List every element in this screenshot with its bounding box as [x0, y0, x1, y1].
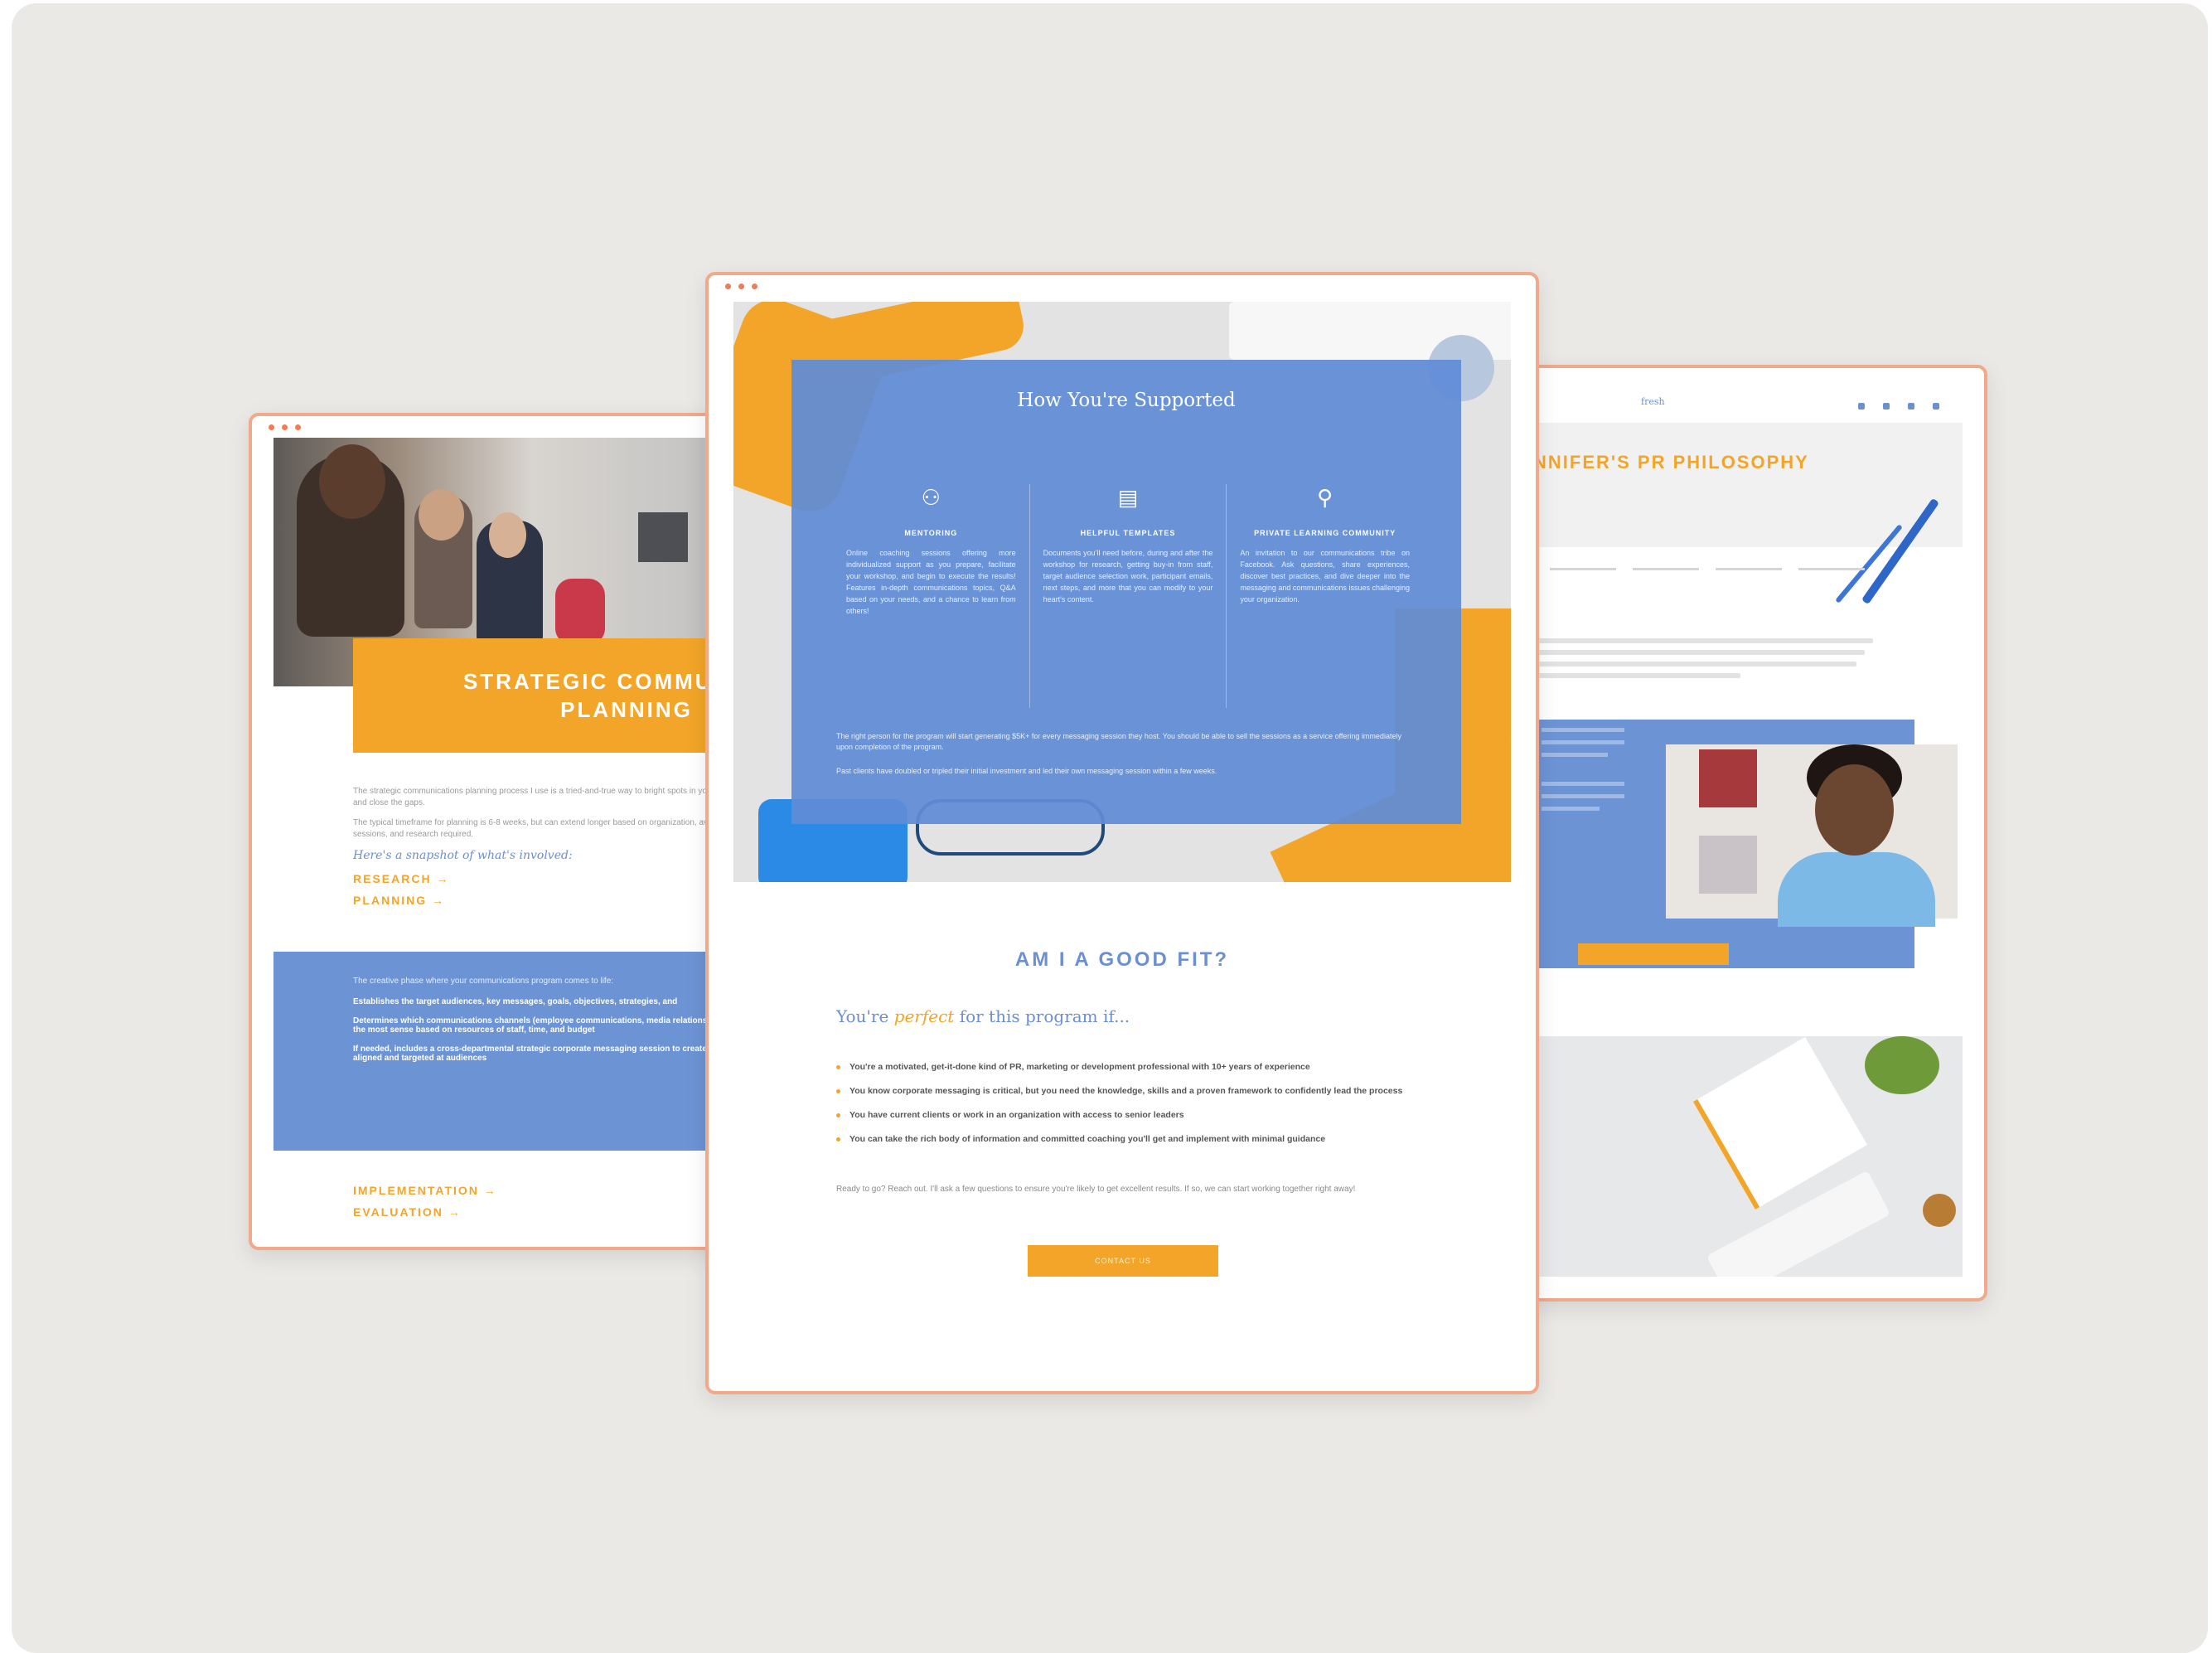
- list-item: You have current clients or work in an o…: [836, 1109, 1433, 1122]
- philosophy-title: NNIFER'S PR PHILOSOPHY: [1533, 452, 1809, 473]
- philosophy-hero: [1533, 423, 1963, 605]
- list-item: You know corporate messaging is critical…: [836, 1085, 1433, 1098]
- tab[interactable]: [1716, 568, 1782, 570]
- support-note: The right person for the program will st…: [836, 732, 1401, 751]
- column-body: Online coaching sessions offering more i…: [846, 549, 1016, 615]
- column-heading: HELPFUL TEMPLATES: [1080, 529, 1176, 537]
- cta-text: Ready to go? Reach out. I'll ask a few q…: [836, 1185, 1356, 1194]
- nav-item[interactable]: [1933, 403, 1939, 410]
- tab[interactable]: [1633, 568, 1699, 570]
- column-body: Documents you'll need before, during and…: [1043, 549, 1213, 604]
- left-accordion-footer: IMPLEMENTATION → EVALUATION →: [353, 1184, 497, 1225]
- philosophy-tabs: [1550, 568, 1865, 570]
- support-column-mentoring: ⚇ MENTORING Online coaching sessions off…: [833, 484, 1029, 708]
- column-heading: MENTORING: [904, 529, 958, 537]
- good-fit-subheading: You're perfect for this program if...: [836, 1006, 1130, 1026]
- good-fit-list: You're a motivated, get-it-done kind of …: [836, 1061, 1433, 1157]
- center-page-screen: How You're Supported ⚇ MENTORING Online …: [733, 302, 1511, 1366]
- pencil-image: [1861, 497, 1940, 605]
- column-heading: PRIVATE LEARNING COMMUNITY: [1254, 529, 1396, 537]
- showcase-background: STRATEGIC COMMUNICAT PLANNING The strate…: [12, 3, 2208, 1653]
- list-item: You're a motivated, get-it-done kind of …: [836, 1061, 1433, 1074]
- community-icon: ⚲: [1317, 485, 1333, 510]
- accordion-evaluation[interactable]: EVALUATION →: [353, 1205, 497, 1219]
- window-dots: [269, 424, 301, 430]
- support-title: How You're Supported: [1017, 390, 1236, 411]
- nav-item[interactable]: [1858, 403, 1865, 410]
- subheading-after: for this program if...: [959, 1006, 1130, 1026]
- support-note: Past clients have doubled or tripled the…: [836, 767, 1217, 775]
- desk-photo: [1533, 1036, 1963, 1277]
- window-dots: [725, 284, 758, 289]
- about-button[interactable]: [1578, 943, 1729, 965]
- good-fit-heading: AM I A GOOD FIT?: [1014, 948, 1230, 971]
- jennifer-portrait: [1666, 744, 1958, 927]
- list-item: You can take the rich body of informatio…: [836, 1133, 1433, 1146]
- site-logo[interactable]: fresh: [1641, 396, 1665, 407]
- document-icon: ▤: [1117, 485, 1139, 510]
- banner-title-line2: PLANNING: [560, 697, 693, 722]
- column-body: An invitation to our communications trib…: [1240, 549, 1411, 604]
- desk-hero-photo: How You're Supported ⚇ MENTORING Online …: [733, 302, 1511, 882]
- subheading-before: You're: [836, 1006, 889, 1026]
- nav-item[interactable]: [1908, 403, 1914, 410]
- right-page-mockup: fresh NNIFER'S PR PHILOSOPHY: [1512, 365, 1987, 1302]
- site-header: fresh: [1533, 390, 1963, 423]
- tab[interactable]: [1550, 568, 1616, 570]
- right-page-screen: fresh NNIFER'S PR PHILOSOPHY: [1533, 390, 1963, 1277]
- nav-menu: [1858, 403, 1939, 410]
- center-page-mockup: How You're Supported ⚇ MENTORING Online …: [705, 272, 1539, 1394]
- philosophy-text: [1533, 638, 1881, 685]
- tab[interactable]: [1798, 568, 1865, 570]
- how-supported-panel: How You're Supported ⚇ MENTORING Online …: [791, 360, 1461, 824]
- accordion-implementation[interactable]: IMPLEMENTATION →: [353, 1184, 497, 1197]
- support-column-community: ⚲ PRIVATE LEARNING COMMUNITY An invitati…: [1226, 484, 1423, 708]
- nav-item[interactable]: [1883, 403, 1890, 410]
- contact-us-button[interactable]: CONTACT US: [1028, 1245, 1218, 1277]
- support-column-templates: ▤ HELPFUL TEMPLATES Documents you'll nee…: [1029, 484, 1227, 708]
- subheading-perfect: perfect: [893, 1006, 955, 1026]
- mentoring-icon: ⚇: [921, 485, 941, 510]
